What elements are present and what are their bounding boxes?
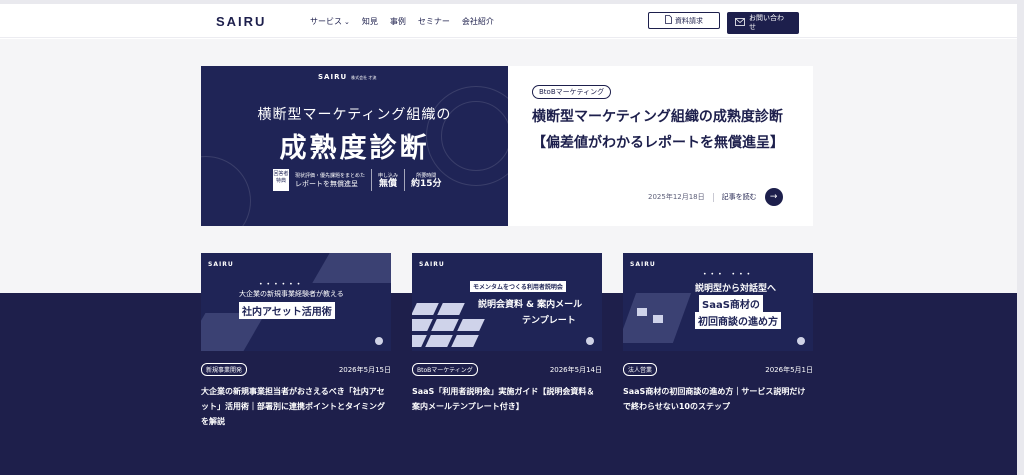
divider [712, 192, 714, 202]
article-card[interactable]: SAIRU ••• ••• 説明型から対話型へ SaaS商材の 初回商談の進め方… [623, 253, 813, 414]
article-card-title[interactable]: SaaS「利用者説明会」実施ガイド【説明会資料＆案内メールテンプレート付き】 [412, 384, 602, 414]
article-card-image[interactable]: SAIRU ••• ••• 説明型から対話型へ SaaS商材の 初回商談の進め方 [623, 253, 813, 351]
category-tag[interactable]: BtoBマーケティング [412, 363, 478, 376]
article-date: 2025年12月18日 [648, 193, 705, 201]
site-header: SAIRU サービス ⌄ 知見 事例 セミナー 会社紹介 資料請求 お問い合わせ [0, 4, 1017, 38]
nav-item-cases[interactable]: 事例 [390, 16, 406, 27]
nav-item-seminar[interactable]: セミナー [418, 16, 450, 27]
category-tag[interactable]: 新規事業開発 [201, 363, 248, 376]
avatar [375, 337, 383, 345]
article-card-image[interactable]: SAIRU モメンタムをつくる利用者説明会 説明会資料 & 案内メール テンプレ… [412, 253, 602, 351]
divider [404, 169, 406, 191]
image-title: 成熟度診断 [279, 133, 430, 164]
nav-item-services[interactable]: サービス ⌄ [310, 16, 350, 27]
featured-article-meta: 2025年12月18日 記事を読む → [648, 188, 783, 206]
avatar [586, 337, 594, 345]
image-bonus-info: 回答者特典 現状評価・優先課題をまとめた レポートを無償進呈 申し込み 無償 所… [273, 169, 442, 191]
featured-article[interactable]: SAIRU 株式会社 才流 横断型マーケティング組織の 成熟度診断 回答者特典 現… [201, 66, 813, 226]
document-request-button[interactable]: 資料請求 [648, 12, 720, 29]
document-icon [665, 15, 672, 26]
article-card-title[interactable]: SaaS商材の初回商談の進め方｜サービス説明だけで終わらせない10のステップ [623, 384, 813, 414]
avatar [797, 337, 805, 345]
featured-article-title[interactable]: 横断型マーケティング組織の成熟度診断【偏差値がわかるレポートを無償進呈】 [532, 104, 788, 156]
nav-item-knowledge[interactable]: 知見 [362, 16, 378, 27]
global-nav: サービス ⌄ 知見 事例 セミナー 会社紹介 [310, 16, 494, 27]
bonus-badge: 回答者特典 [273, 169, 289, 191]
article-card[interactable]: SAIRU •••••• 大企業の新規事業経験者が教える 社内アセット活用術 新… [201, 253, 391, 429]
article-card[interactable]: SAIRU モメンタムをつくる利用者説明会 説明会資料 & 案内メール テンプレ… [412, 253, 602, 414]
article-date: 2026年5月1日 [765, 365, 813, 374]
featured-article-body: BtoBマーケティング 横断型マーケティング組織の成熟度診断【偏差値がわかるレポ… [508, 66, 813, 226]
read-article-link[interactable]: 記事を読む [722, 192, 757, 202]
mail-icon [735, 17, 745, 29]
divider [371, 169, 373, 191]
site-logo[interactable]: SAIRU [216, 14, 266, 29]
featured-article-image[interactable]: SAIRU 株式会社 才流 横断型マーケティング組織の 成熟度診断 回答者特典 現… [201, 66, 508, 226]
category-tag[interactable]: BtoBマーケティング [532, 85, 612, 99]
article-date: 2026年5月15日 [338, 365, 391, 374]
nav-item-company[interactable]: 会社紹介 [462, 16, 494, 27]
image-subtitle: 横断型マーケティング組織の [257, 107, 452, 123]
scrollbar-track[interactable] [1017, 0, 1024, 475]
article-date: 2026年5月14日 [549, 365, 602, 374]
decorative-ring [201, 156, 251, 226]
arrow-right-icon[interactable]: → [764, 188, 783, 206]
contact-button[interactable]: お問い合わせ [727, 12, 799, 34]
category-tag[interactable]: 法人営業 [623, 363, 658, 376]
chevron-down-icon: ⌄ [344, 18, 350, 26]
image-brand: SAIRU 株式会社 才流 [318, 73, 377, 81]
article-card-title[interactable]: 大企業の新規事業担当者がおさえるべき「社内アセット」活用術｜部署別に連携ポイント… [201, 384, 391, 429]
article-card-image[interactable]: SAIRU •••••• 大企業の新規事業経験者が教える 社内アセット活用術 [201, 253, 391, 351]
